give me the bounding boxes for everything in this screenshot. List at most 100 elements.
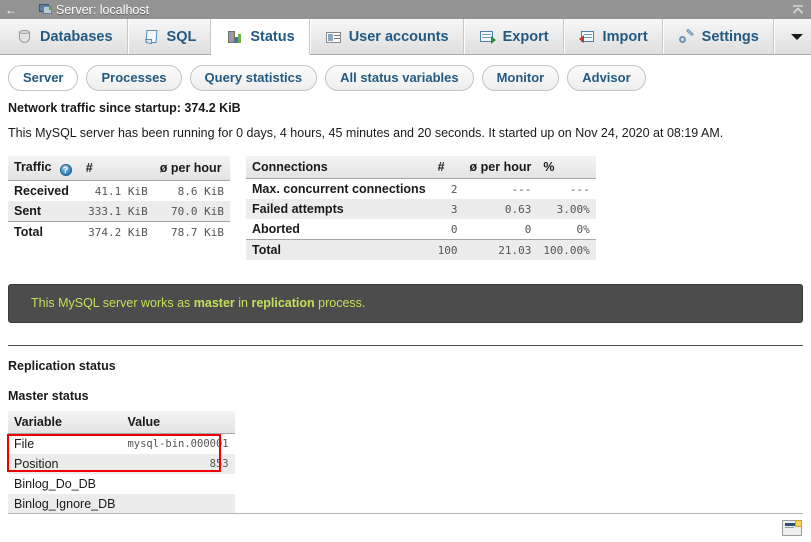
tab-sql[interactable]: SQL [127,19,212,54]
notice-bold-replication: replication [251,296,315,310]
connections-row-percent: --- [537,178,596,199]
subtab-query-statistics[interactable]: Query statistics [189,65,318,91]
master-status-heading: Master status [8,389,89,403]
tab-more[interactable]: More [773,19,811,54]
window-titlebar: ← Server: localhost [0,0,811,19]
traffic-row-per-hour: 8.6 KiB [153,180,230,201]
main-navigation: Databases SQL Status User accounts Expor… [0,19,811,55]
status-content: Network traffic since startup: 374.2 KiB… [0,101,811,260]
connections-row-label: Total [246,239,432,260]
server-icon [39,4,52,15]
master-row-value: 853 [121,454,235,474]
tab-settings[interactable]: Settings [662,19,774,54]
traffic-row-per-hour: 70.0 KiB [153,201,230,222]
tab-import[interactable]: Import [563,19,663,54]
database-icon [16,29,33,45]
master-header-value: Value [121,411,235,434]
master-row-variable: Binlog_Ignore_DB [8,494,122,514]
table-row: Total 374.2 KiB 78.7 KiB [8,221,230,242]
section-divider [8,345,803,346]
connections-row-count: 2 [431,178,464,199]
connections-header-name: Connections [246,156,432,179]
tab-databases[interactable]: Databases [2,19,128,54]
tab-user-accounts[interactable]: User accounts [309,19,464,54]
tab-user-accounts-label: User accounts [348,28,449,45]
traffic-table: Traffic? # ø per hour Received 41.1 KiB … [8,156,230,242]
table-row: Total 100 21.03 100.00% [246,239,596,260]
sql-document-icon [143,29,160,45]
connections-row-count: 0 [431,219,464,240]
master-status-table: Variable Value File mysql-bin.000001 Pos… [8,411,235,514]
back-arrow-icon[interactable]: ← [0,0,22,19]
traffic-row-count: 333.1 KiB [79,201,154,222]
tab-import-label: Import [602,28,648,45]
server-uptime-text: This MySQL server has been running for 0… [8,126,724,140]
subtab-all-status-variables[interactable]: All status variables [325,65,474,91]
notice-text-before: This MySQL server works as [31,296,194,310]
table-header-row: Variable Value [8,411,235,434]
connections-row-label: Aborted [246,219,432,240]
console-window-icon[interactable] [782,520,802,536]
connections-header-count: # [431,156,464,179]
connections-header-percent: % [537,156,596,179]
connections-row-per-hour: 0 [463,219,538,240]
table-row: Sent 333.1 KiB 70.0 KiB [8,201,230,222]
table-row: Max. concurrent connections 2 --- --- [246,178,596,199]
subtab-advisor[interactable]: Advisor [567,65,646,91]
master-row-value [121,494,235,514]
connections-row-per-hour: 0.63 [463,199,538,219]
chevron-down-icon [789,29,806,45]
table-header-row: Connections # ø per hour % [246,156,596,179]
table-row: Aborted 0 0 0% [246,219,596,240]
connections-row-count: 100 [431,239,464,260]
connections-row-percent: 100.00% [537,239,596,260]
table-header-row: Traffic? # ø per hour [8,156,230,181]
connections-row-count: 3 [431,199,464,219]
tab-sql-label: SQL [166,28,197,45]
connections-row-per-hour: --- [463,178,538,199]
subtab-monitor[interactable]: Monitor [481,65,560,91]
tab-export[interactable]: Export [463,19,564,54]
help-question-icon[interactable]: ? [59,164,72,176]
traffic-row-count: 41.1 KiB [79,180,154,201]
traffic-header-count: # [79,156,154,181]
connections-table: Connections # ø per hour % Max. concurre… [246,156,596,260]
table-row: Received 41.1 KiB 8.6 KiB [8,180,230,201]
collapse-up-icon[interactable] [790,2,806,17]
tab-databases-label: Databases [40,28,113,45]
status-chart-icon [226,29,243,45]
tab-status[interactable]: Status [211,19,310,55]
notice-text-middle: in [234,296,252,310]
replication-notice: This MySQL server works as master in rep… [8,284,803,323]
status-subnavigation: Server Processes Query statistics All st… [0,55,811,99]
connections-row-percent: 3.00% [537,199,596,219]
tab-export-label: Export [502,28,549,45]
connections-row-per-hour: 21.03 [463,239,538,260]
notice-text-after: process. [314,296,366,310]
master-row-variable: File [8,433,122,454]
table-row: Position 853 [8,454,235,474]
replication-status-heading: Replication status [8,359,116,373]
window-title: Server: localhost [56,2,150,17]
traffic-table-wrapper: Traffic? # ø per hour Received 41.1 KiB … [8,156,230,260]
traffic-row-label: Sent [8,201,80,222]
traffic-row-label: Total [8,221,80,242]
table-row: File mysql-bin.000001 [8,433,235,454]
subtab-server[interactable]: Server [8,65,79,91]
footer-divider [8,513,803,514]
master-row-variable: Position [8,454,122,474]
traffic-row-per-hour: 78.7 KiB [153,221,230,242]
traffic-header-per-hour: ø per hour [153,156,230,181]
import-icon [578,29,596,45]
tab-status-label: Status [250,28,295,45]
connections-table-wrapper: Connections # ø per hour % Max. concurre… [246,156,596,260]
master-row-value: mysql-bin.000001 [121,433,235,454]
table-row: Binlog_Do_DB [8,474,235,494]
subtab-processes[interactable]: Processes [86,65,182,91]
traffic-row-count: 374.2 KiB [79,221,154,242]
user-card-icon [325,29,342,45]
connections-row-label: Failed attempts [246,199,432,219]
wrench-icon [678,28,695,45]
export-icon [479,29,496,45]
tab-settings-label: Settings [701,28,759,45]
